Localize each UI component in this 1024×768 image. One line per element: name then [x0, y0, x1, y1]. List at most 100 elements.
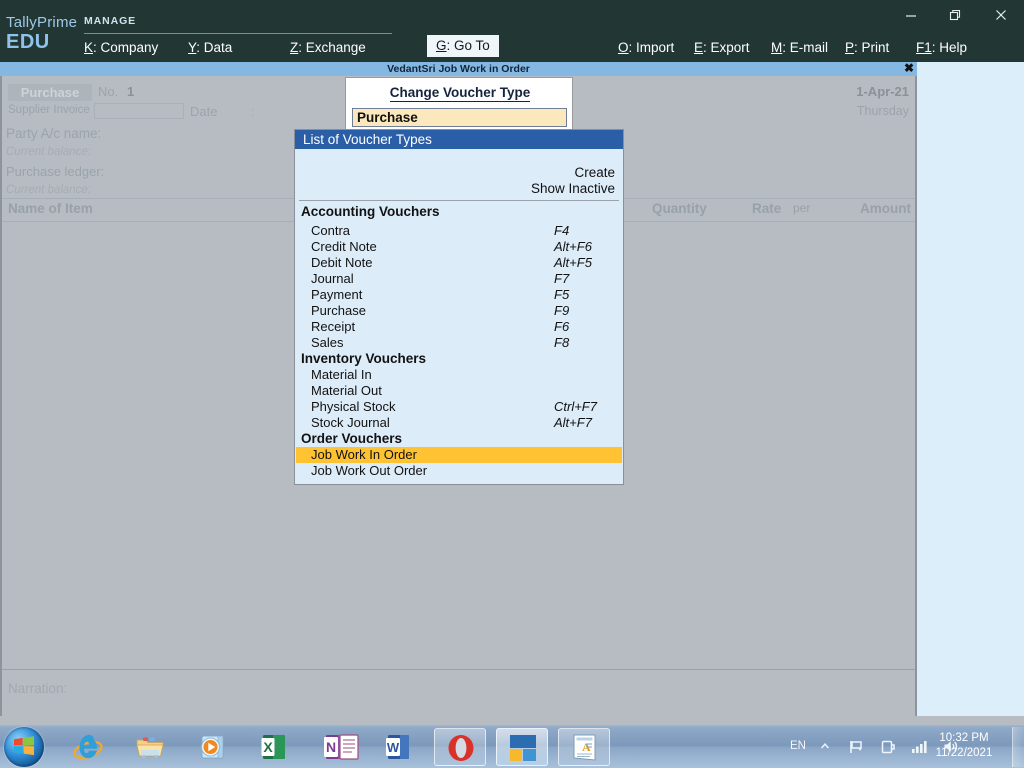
voucher-item-shortcut: Alt+F6 — [554, 239, 592, 254]
voucher-item-journal[interactable]: Journal F7 — [296, 271, 622, 287]
menu-data[interactable]: Y: Data — [188, 40, 232, 55]
svg-text:W: W — [387, 740, 400, 755]
taskbar-window-opera-browser[interactable] — [434, 728, 486, 766]
tallyprime-window: TallyPrime EDU MANAGE K: Company Y: Data… — [0, 0, 1024, 768]
create-action[interactable]: Create — [574, 165, 615, 180]
tray-language-indicator[interactable]: EN — [790, 740, 806, 752]
taskbar-window-wordpad-document[interactable]: A — [558, 728, 610, 766]
voucher-item-label: Material Out — [311, 383, 382, 398]
tray-clock[interactable]: 10:32 PM 11/22/2021 — [920, 731, 1008, 761]
voucher-item-receipt[interactable]: Receipt F6 — [296, 319, 622, 335]
menu-print[interactable]: P: Print — [845, 40, 889, 55]
start-button[interactable] — [4, 727, 44, 767]
minimize-icon — [906, 15, 916, 17]
voucher-item-payment[interactable]: Payment F5 — [296, 287, 622, 303]
voucher-item-label: Payment — [311, 287, 363, 302]
close-icon — [996, 10, 1006, 21]
menu-export-label: Export — [710, 40, 750, 55]
menu-export[interactable]: E: Export — [694, 40, 750, 55]
actions-divider — [299, 200, 619, 201]
restore-button[interactable] — [932, 0, 978, 28]
current-balance-ledger-label: Current balance: — [6, 184, 92, 196]
media-player-icon — [201, 735, 224, 759]
tray-power-button[interactable] — [880, 739, 896, 760]
voucher-item-label: Job Work Out Order — [311, 463, 428, 478]
menu-email[interactable]: M: E-mail — [771, 40, 828, 55]
change-voucher-type-input[interactable]: Purchase — [352, 108, 567, 127]
menu-company[interactable]: K: Company — [84, 40, 158, 55]
document-close-icon[interactable]: ✖ — [904, 62, 914, 76]
voucher-item-credit-note[interactable]: Credit Note Alt+F6 — [296, 239, 622, 255]
taskbar-icon-microsoft-word[interactable]: W — [382, 731, 414, 763]
voucher-item-sales[interactable]: Sales F8 — [296, 335, 622, 351]
supplier-invoice-input[interactable] — [94, 103, 184, 119]
manage-section-label: MANAGE — [84, 15, 137, 27]
date-colon: : — [251, 104, 255, 119]
menu-import[interactable]: O: Import — [618, 40, 674, 55]
tray-action-center-button[interactable] — [848, 739, 864, 760]
voucher-item-purchase[interactable]: Purchase F9 — [296, 303, 622, 319]
menu-help-key: F1 — [916, 40, 932, 55]
voucher-item-shortcut: Ctrl+F7 — [554, 399, 597, 414]
voucher-item-material-in[interactable]: Material In — [296, 367, 622, 383]
voucher-item-job-work-in-order[interactable]: Job Work In Order — [296, 447, 622, 463]
column-header-per: per — [793, 201, 811, 215]
voucher-item-label: Physical Stock — [311, 399, 396, 414]
voucher-item-contra[interactable]: Contra F4 — [296, 223, 622, 239]
voucher-item-shortcut: F7 — [554, 271, 570, 286]
menu-help[interactable]: F1: Help — [916, 40, 967, 55]
voucher-no-value: 1 — [127, 84, 135, 99]
windows-taskbar: X N W A EN 10:32 PM 11/22/2021 — [0, 719, 1024, 768]
column-header-amount: Amount — [860, 201, 911, 216]
internet-explorer-icon — [73, 734, 103, 760]
voucher-item-job-work-out-order[interactable]: Job Work Out Order — [296, 463, 622, 479]
taskbar-icon-internet-explorer[interactable] — [72, 731, 104, 763]
list-of-voucher-types-body: Create Show Inactive Accounting Vouchers… — [295, 149, 623, 484]
column-header-quantity: Quantity — [652, 201, 707, 216]
voucher-weekday-value: Thursday — [856, 104, 909, 118]
voucher-no-label: No. — [98, 84, 119, 99]
taskbar-window-tallyprime[interactable] — [496, 728, 548, 766]
voucher-item-shortcut: Alt+F5 — [554, 255, 592, 270]
manage-divider — [84, 33, 392, 34]
menu-exchange[interactable]: Z: Exchange — [290, 40, 366, 55]
voucher-item-physical-stock[interactable]: Physical Stock Ctrl+F7 — [296, 399, 622, 415]
app-brand-name: TallyPrime — [6, 14, 78, 31]
voucher-item-material-out[interactable]: Material Out — [296, 383, 622, 399]
show-inactive-action[interactable]: Show Inactive — [531, 181, 615, 196]
voucher-item-label: Stock Journal — [311, 415, 390, 430]
voucher-item-shortcut: Alt+F7 — [554, 415, 592, 430]
taskbar-icon-file-explorer[interactable] — [134, 731, 166, 763]
voucher-item-stock-journal[interactable]: Stock Journal Alt+F7 — [296, 415, 622, 431]
chevron-up-icon — [820, 743, 830, 749]
tray-show-hidden-icons-button[interactable] — [818, 739, 832, 758]
voucher-item-label: Journal — [311, 271, 354, 286]
menu-exchange-label: Exchange — [305, 40, 366, 55]
minimize-button[interactable] — [888, 0, 934, 28]
close-button[interactable] — [978, 0, 1024, 28]
party-account-label: Party A/c name: — [6, 126, 102, 141]
menu-data-label: Data — [203, 40, 233, 55]
folder-icon — [136, 737, 164, 758]
svg-text:N: N — [326, 739, 336, 755]
windows-logo-icon — [14, 736, 34, 756]
go-to-button[interactable]: G: Go To — [427, 35, 499, 57]
right-side-panel — [917, 62, 1024, 716]
menu-import-label: Import — [636, 40, 675, 55]
voucher-item-label: Debit Note — [311, 255, 373, 270]
go-to-key: G — [436, 38, 447, 53]
tray-clock-date: 11/22/2021 — [935, 747, 993, 759]
menu-print-label: Print — [861, 40, 890, 55]
show-desktop-button[interactable] — [1012, 727, 1024, 767]
taskbar-icon-microsoft-excel[interactable]: X — [258, 731, 290, 763]
tray-clock-time: 10:32 PM — [939, 732, 989, 744]
voucher-item-debit-note[interactable]: Debit Note Alt+F5 — [296, 255, 622, 271]
taskbar-icon-windows-media-player[interactable] — [196, 731, 228, 763]
group-header-inventory-vouchers: Inventory Vouchers — [301, 351, 427, 366]
menu-help-label: Help — [939, 40, 968, 55]
menu-email-label: E-mail — [789, 40, 829, 55]
taskbar-icon-notepad-document[interactable] — [336, 733, 362, 761]
voucher-date-value: 1-Apr-21 — [856, 84, 909, 99]
voucher-type-chip: Purchase — [8, 84, 92, 101]
list-of-voucher-types-header: List of Voucher Types — [295, 130, 623, 149]
